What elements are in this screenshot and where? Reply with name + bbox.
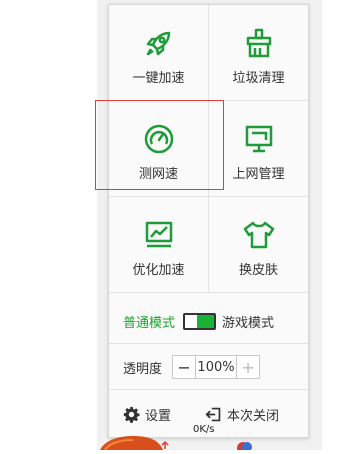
divider bbox=[109, 389, 308, 390]
opacity-row: 透明度 − 100% + bbox=[109, 345, 308, 389]
tshirt-icon bbox=[242, 219, 276, 251]
close-this-time-button[interactable]: 本次关闭 bbox=[205, 405, 279, 424]
game-mode-label[interactable]: 游戏模式 bbox=[222, 312, 274, 331]
tile-one-key-accelerate[interactable]: 一键加速 bbox=[109, 5, 208, 100]
opacity-stepper: − 100% + bbox=[172, 355, 261, 379]
settings-button[interactable]: 设置 bbox=[123, 405, 171, 424]
selection-highlight bbox=[95, 100, 224, 190]
mode-row: 普通模式 游戏模式 bbox=[109, 299, 308, 343]
tile-label: 垃圾清理 bbox=[232, 71, 285, 86]
status-bar-peek: 0K/s bbox=[97, 424, 257, 454]
broom-icon bbox=[243, 27, 275, 59]
divider bbox=[109, 343, 308, 344]
chart-monitor-icon bbox=[143, 219, 175, 251]
normal-mode-label[interactable]: 普通模式 bbox=[123, 312, 175, 331]
tile-label: 一键加速 bbox=[132, 71, 185, 86]
opacity-value: 100% bbox=[197, 359, 235, 375]
tile-junk-cleanup[interactable]: 垃圾清理 bbox=[209, 5, 308, 100]
float-menu: 一键加速 垃圾清理 测网速 上网管理 优化加速 换皮肤 普通模式 游戏模式 透明… bbox=[108, 4, 309, 438]
divider bbox=[109, 292, 308, 293]
close-this-time-label: 本次关闭 bbox=[227, 408, 280, 424]
tile-optimize-accelerate[interactable]: 优化加速 bbox=[109, 197, 208, 292]
toggle-knob bbox=[197, 314, 215, 328]
monitor-icon bbox=[243, 123, 275, 155]
tile-label: 换皮肤 bbox=[238, 263, 278, 278]
exit-icon bbox=[205, 407, 221, 421]
gear-icon bbox=[123, 406, 140, 423]
opacity-decrease-button[interactable]: − bbox=[173, 356, 197, 378]
opacity-increase-button[interactable]: + bbox=[236, 356, 259, 378]
tile-change-skin[interactable]: 换皮肤 bbox=[209, 197, 308, 292]
rocket-icon bbox=[143, 27, 175, 59]
mode-toggle[interactable] bbox=[183, 312, 217, 330]
tile-label: 优化加速 bbox=[132, 263, 185, 278]
download-speed: 0K/s bbox=[193, 424, 215, 435]
opacity-label: 透明度 bbox=[123, 361, 163, 377]
tile-label: 上网管理 bbox=[232, 167, 285, 182]
settings-label: 设置 bbox=[145, 408, 172, 424]
